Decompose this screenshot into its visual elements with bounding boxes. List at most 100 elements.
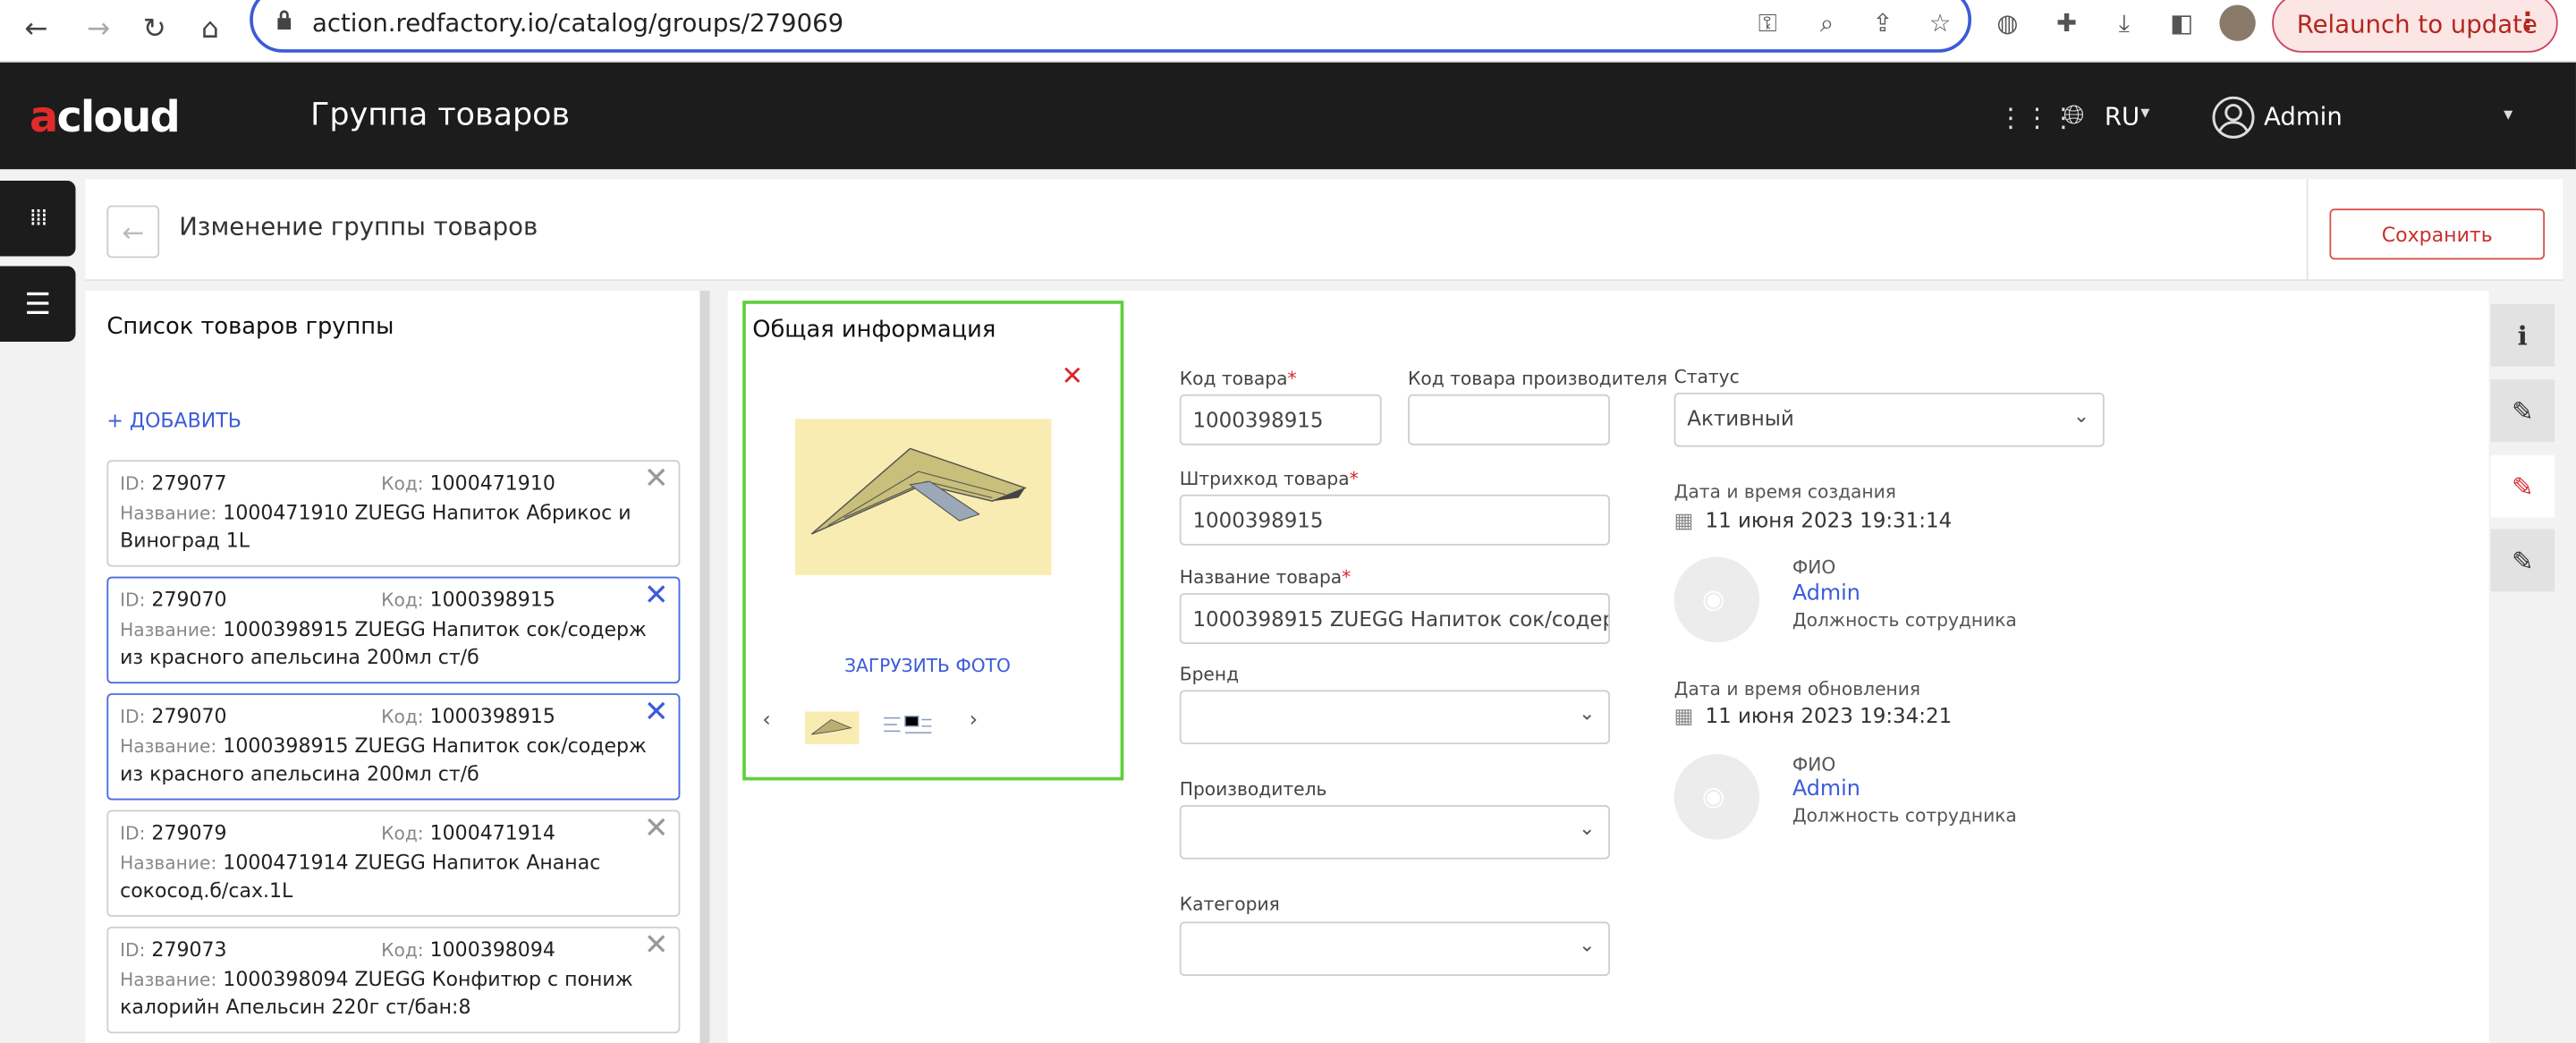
id-label: ID: bbox=[120, 706, 146, 728]
camera-icon: ◉ bbox=[1701, 583, 1725, 615]
name-label: Название: bbox=[120, 619, 217, 641]
chevron-down-icon: ⌄ bbox=[1578, 816, 1596, 840]
item-code: 1000471910 bbox=[429, 471, 555, 495]
back-button[interactable]: ← bbox=[106, 205, 160, 259]
language-selector[interactable]: RU bbox=[2105, 102, 2140, 131]
chevron-left-icon[interactable]: ‹ bbox=[762, 708, 771, 733]
zoom-icon[interactable]: ⌕ bbox=[1807, 8, 1846, 38]
remove-item-icon[interactable]: ✕ bbox=[644, 464, 669, 495]
url-text: action.redfactory.io/catalog/groups/2790… bbox=[311, 8, 844, 38]
author-link[interactable]: Admin bbox=[1792, 581, 1860, 606]
arrow-left-icon: ← bbox=[122, 216, 145, 248]
group-item-card[interactable]: ID: 279073 Код: 1000398094 Название: 100… bbox=[106, 926, 681, 1034]
sidepanel-icon[interactable]: ◧ bbox=[2162, 8, 2201, 38]
lock-icon bbox=[277, 10, 292, 30]
remove-item-icon[interactable]: ✕ bbox=[644, 930, 669, 961]
mfr-code-label: Код товара производителя bbox=[1408, 368, 1668, 390]
manufacturer-select[interactable]: ⌄ bbox=[1179, 804, 1610, 860]
panel-scrollbar[interactable] bbox=[699, 291, 710, 1043]
upload-photo-link[interactable]: ЗАГРУЗИТЬ ФОТО bbox=[844, 656, 1011, 677]
logo[interactable]: aacloudcloud bbox=[30, 94, 181, 143]
share-icon[interactable]: ⇪ bbox=[1863, 8, 1902, 38]
item-code: 1000398094 bbox=[429, 937, 555, 962]
toolbar-divider bbox=[2306, 179, 2309, 282]
item-id: 279070 bbox=[151, 588, 227, 612]
code-label: Код: bbox=[381, 706, 424, 728]
key-icon[interactable]: ⚿ bbox=[1748, 8, 1787, 38]
photo-thumbnail[interactable] bbox=[804, 711, 860, 745]
id-label: ID: bbox=[120, 472, 146, 495]
category-label: Категория bbox=[1179, 894, 1280, 916]
status-label: Статус bbox=[1674, 366, 1740, 388]
page-title: Группа товаров bbox=[310, 97, 571, 133]
home-icon[interactable]: ⌂ bbox=[187, 6, 233, 52]
browser-back-icon[interactable]: ← bbox=[13, 6, 59, 52]
required-mark: * bbox=[1342, 566, 1352, 589]
relaunch-button[interactable]: Relaunch to update ⋮ bbox=[2272, 0, 2558, 53]
mfr-code-input[interactable] bbox=[1408, 394, 1610, 445]
globe-icon[interactable]: 🌐︎ bbox=[2063, 98, 2085, 131]
info-icon[interactable]: i bbox=[2490, 303, 2555, 367]
grid-menu-button[interactable]: ⁞⁞⁞ bbox=[0, 181, 76, 257]
edit-list-active-icon[interactable]: ✎ bbox=[2490, 454, 2555, 518]
code-input[interactable]: 1000398915 bbox=[1179, 394, 1382, 445]
edit-list-icon[interactable]: ✎ bbox=[2490, 529, 2555, 592]
product-photo bbox=[794, 419, 1052, 575]
toolbar-title: Изменение группы товаров bbox=[179, 211, 538, 242]
group-item-card[interactable]: ID: 279070 Код: 1000398915 Название: 100… bbox=[106, 576, 681, 684]
fio-label: ФИО bbox=[1792, 556, 1836, 579]
chevron-right-icon[interactable]: › bbox=[970, 708, 979, 733]
code-label: Код: bbox=[381, 939, 424, 962]
chevron-down-icon[interactable]: ▾ bbox=[2140, 102, 2149, 123]
avatar: ◉ bbox=[1674, 556, 1760, 643]
address-bar[interactable]: action.redfactory.io/catalog/groups/2790… bbox=[250, 0, 1972, 53]
product-name-label-text: Название товара bbox=[1179, 566, 1343, 589]
code-label: Код: bbox=[381, 823, 424, 845]
main-menu-button[interactable]: ☰ bbox=[0, 266, 76, 343]
group-item-card[interactable]: ID: 279077 Код: 1000471910 Название: 100… bbox=[106, 460, 681, 567]
remove-item-icon[interactable]: ✕ bbox=[644, 581, 669, 611]
group-item-card[interactable]: ID: 279070 Код: 1000398915 Название: 100… bbox=[106, 693, 681, 801]
section-title: Общая информация bbox=[752, 317, 996, 343]
chevron-down-icon: ⌄ bbox=[1578, 933, 1596, 956]
author-link[interactable]: Admin bbox=[1792, 777, 1860, 802]
fio-label: ФИО bbox=[1792, 754, 1836, 776]
brand-label: Бренд bbox=[1179, 664, 1240, 685]
download-icon[interactable]: ⤓ bbox=[2105, 8, 2144, 38]
name-label: Название: bbox=[120, 852, 217, 875]
product-name-input[interactable]: 1000398915 ZUEGG Напиток сок/содерж из bbox=[1179, 593, 1610, 644]
name-label: Название: bbox=[120, 735, 217, 758]
group-item-card[interactable]: ID: 279079 Код: 1000471914 Название: 100… bbox=[106, 810, 681, 917]
brand-select[interactable]: ⌄ bbox=[1179, 690, 1610, 745]
status-select[interactable]: Активный ⌄ bbox=[1674, 392, 2105, 447]
delete-photo-icon[interactable]: ✕ bbox=[1062, 360, 1084, 391]
calendar-icon: ▦ bbox=[1674, 703, 1694, 728]
category-select[interactable]: ⌄ bbox=[1179, 921, 1610, 976]
name-label: Название: bbox=[120, 503, 217, 524]
avatar: ◉ bbox=[1674, 754, 1760, 840]
id-label: ID: bbox=[120, 823, 146, 845]
group-items-panel: Список товаров группы + ДОБАВИТЬ ID: 279… bbox=[85, 291, 700, 1043]
puzzle-icon[interactable]: ✚ bbox=[2047, 8, 2087, 38]
remove-item-icon[interactable]: ✕ bbox=[644, 698, 669, 728]
browser-forward-icon[interactable]: → bbox=[75, 6, 121, 52]
edit-list-icon[interactable]: ✎ bbox=[2490, 379, 2555, 443]
user-menu-chevron-icon[interactable]: ▾ bbox=[2504, 104, 2512, 125]
app-header: aacloudcloud Группа товаров ⋮⋮⋮ 🌐︎ RU ▾ … bbox=[0, 62, 2576, 170]
star-icon[interactable]: ☆ bbox=[1920, 8, 1960, 38]
reload-icon[interactable]: ↻ bbox=[131, 6, 177, 52]
grid-icon: ⁞⁞⁞ bbox=[29, 205, 48, 232]
save-button[interactable]: Сохранить bbox=[2329, 208, 2546, 260]
profile-avatar[interactable] bbox=[2219, 4, 2256, 41]
photo-section: Общая информация ✕ ЗАГРУЗИТЬ ФОТО ‹ › bbox=[742, 301, 1124, 781]
user-name[interactable]: Admin bbox=[2264, 102, 2343, 131]
extension-globe-icon[interactable]: ◍ bbox=[1987, 8, 2027, 38]
photo-thumbnail[interactable] bbox=[880, 711, 936, 745]
item-code: 1000471914 bbox=[429, 821, 555, 845]
user-circle-icon[interactable] bbox=[2211, 96, 2256, 140]
browser-toolbar: ← → ↻ ⌂ action.redfactory.io/catalog/gro… bbox=[0, 0, 2576, 63]
barcode-input[interactable]: 1000398915 bbox=[1179, 494, 1610, 546]
position-label: Должность сотрудника bbox=[1792, 609, 2017, 632]
remove-item-icon[interactable]: ✕ bbox=[644, 814, 669, 844]
add-item-link[interactable]: + ДОБАВИТЬ bbox=[106, 409, 241, 432]
